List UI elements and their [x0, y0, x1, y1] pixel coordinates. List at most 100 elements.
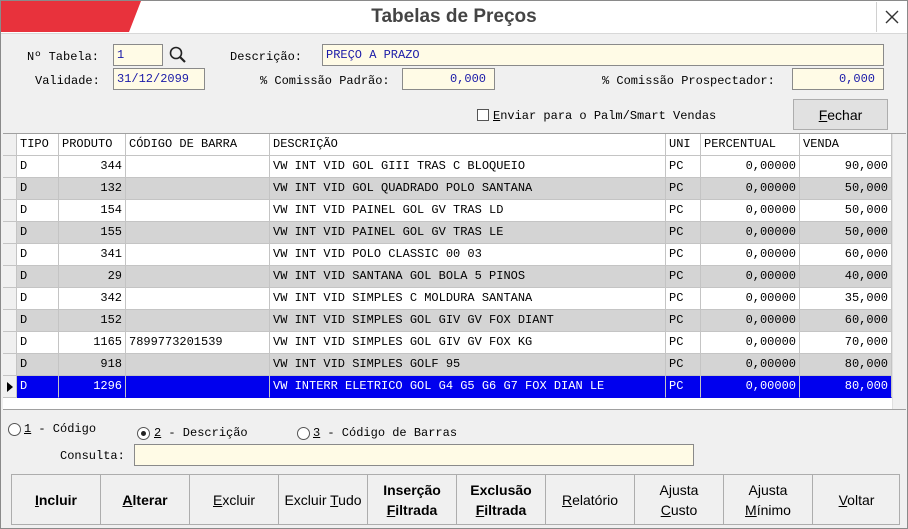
table-row[interactable]: D 29 VW INT VID SANTANA GOL BOLA 5 PINOS PC…	[3, 266, 892, 288]
cell-codigo-barra	[126, 288, 270, 310]
action-toolbar: Incluir Alterar Excluir Excluir Tudo Inserçã…	[11, 474, 900, 525]
cell-uni: PC	[666, 244, 701, 266]
cell-produto: 1296	[59, 376, 126, 398]
cell-tipo: D	[17, 332, 59, 354]
table-row[interactable]: D 152 VW INT VID SIMPLES GOL GIV GV FOX DI…	[3, 310, 892, 332]
excluir-tudo-button[interactable]: Excluir Tudo	[279, 475, 368, 524]
cell-tipo: D	[17, 244, 59, 266]
descricao-field[interactable]: PREÇO A PRAZO	[322, 44, 884, 66]
insercao-filtrada-button[interactable]: Inserção Filtrada	[368, 475, 457, 524]
table-row[interactable]: D 1296 VW INTERR ELETRICO GOL G4 G5 G6 G7 …	[3, 376, 892, 398]
exclusao-filtrada-button[interactable]: Exclusão Filtrada	[457, 475, 546, 524]
column-header-venda[interactable]: VENDA	[800, 134, 892, 156]
vertical-scrollbar[interactable]	[892, 134, 906, 409]
cell-tipo: D	[17, 288, 59, 310]
relatorio-button[interactable]: Relatório	[546, 475, 635, 524]
cell-produto: 344	[59, 156, 126, 178]
cell-codigo-barra	[126, 200, 270, 222]
column-header-uni[interactable]: UNI	[666, 134, 701, 156]
voltar-button[interactable]: Voltar	[813, 475, 900, 524]
column-header-descricao[interactable]: DESCRIÇÃO	[270, 134, 666, 156]
cell-tipo: D	[17, 222, 59, 244]
cell-descricao: VW INT VID PAINEL GOL GV TRAS LE	[270, 222, 666, 244]
table-row[interactable]: D 1165 7899773201539 VW INT VID SIMPLES GOL…	[3, 332, 892, 354]
comissao-padrao-field[interactable]: 0,000	[402, 68, 495, 90]
cell-tipo: D	[17, 376, 59, 398]
cell-codigo-barra: 7899773201539	[126, 332, 270, 354]
cell-venda: 50,000	[800, 200, 892, 222]
table-row[interactable]: D 344 VW INT VID GOL GIII TRAS C BLOQUEIO P…	[3, 156, 892, 178]
cell-tipo: D	[17, 310, 59, 332]
cell-produto: 29	[59, 266, 126, 288]
cell-percentual: 0,00000	[701, 288, 800, 310]
row-indicator	[3, 222, 17, 244]
cell-codigo-barra	[126, 222, 270, 244]
cell-venda: 50,000	[800, 222, 892, 244]
cell-percentual: 0,00000	[701, 332, 800, 354]
row-indicator	[3, 310, 17, 332]
cell-codigo-barra	[126, 354, 270, 376]
cell-uni: PC	[666, 354, 701, 376]
alterar-button[interactable]: Alterar	[101, 475, 190, 524]
table-row[interactable]: D 341 VW INT VID POLO CLASSIC 00 03 PC 0,000…	[3, 244, 892, 266]
cell-codigo-barra	[126, 266, 270, 288]
row-pointer-icon	[7, 382, 13, 392]
row-indicator	[3, 266, 17, 288]
search-icon[interactable]	[168, 45, 188, 65]
cell-tipo: D	[17, 156, 59, 178]
cell-produto: 152	[59, 310, 126, 332]
table-row[interactable]: D 132 VW INT VID GOL QUADRADO POLO SANTANA…	[3, 178, 892, 200]
excluir-button[interactable]: Excluir	[190, 475, 279, 524]
row-indicator	[3, 244, 17, 266]
row-indicator	[3, 156, 17, 178]
palm-checkbox[interactable]	[477, 109, 489, 121]
cell-percentual: 0,00000	[701, 354, 800, 376]
title-bar: Tabelas de Preços	[1, 1, 907, 34]
cell-percentual: 0,00000	[701, 200, 800, 222]
cell-uni: PC	[666, 222, 701, 244]
table-row[interactable]: D 154 VW INT VID PAINEL GOL GV TRAS LD PC 0,…	[3, 200, 892, 222]
column-header-produto[interactable]: PRODUTO	[59, 134, 126, 156]
row-indicator	[3, 134, 17, 156]
table-row[interactable]: D 918 VW INT VID SIMPLES GOLF 95 PC 0,00000 8…	[3, 354, 892, 376]
row-indicator	[3, 288, 17, 310]
row-indicator	[3, 332, 17, 354]
cell-uni: PC	[666, 156, 701, 178]
cell-percentual: 0,00000	[701, 376, 800, 398]
column-header-codigo-barra[interactable]: CÓDIGO DE BARRA	[126, 134, 270, 156]
cell-codigo-barra	[126, 156, 270, 178]
radio-codigo[interactable]	[8, 423, 21, 436]
cell-venda: 80,000	[800, 376, 892, 398]
grid-header-row: TIPO PRODUTO CÓDIGO DE BARRA DESCRIÇÃO UNI PE…	[3, 134, 892, 156]
fechar-button[interactable]: Fechar	[793, 99, 888, 130]
column-header-percentual[interactable]: PERCENTUAL	[701, 134, 800, 156]
table-row[interactable]: D 155 VW INT VID PAINEL GOL GV TRAS LE PC 0,…	[3, 222, 892, 244]
cell-produto: 155	[59, 222, 126, 244]
cell-percentual: 0,00000	[701, 178, 800, 200]
tabela-field[interactable]: 1	[113, 44, 163, 66]
radio-codigo-barras[interactable]	[297, 427, 310, 440]
close-button[interactable]	[876, 2, 906, 32]
incluir-button[interactable]: Incluir	[12, 475, 101, 524]
ajusta-minimo-button[interactable]: Ajusta Mínimo	[724, 475, 813, 524]
radio-descricao[interactable]	[137, 427, 150, 440]
cell-percentual: 0,00000	[701, 244, 800, 266]
table-row[interactable]: D 342 VW INT VID SIMPLES C MOLDURA SANTANA…	[3, 288, 892, 310]
ajusta-custo-button[interactable]: Ajusta Custo	[635, 475, 724, 524]
cell-venda: 60,000	[800, 244, 892, 266]
cell-descricao: VW INT VID SIMPLES GOL GIV GV FOX DIANT	[270, 310, 666, 332]
cell-descricao: VW INT VID SIMPLES GOL GIV GV FOX KG	[270, 332, 666, 354]
cell-descricao: VW INT VID GOL QUADRADO POLO SANTANA	[270, 178, 666, 200]
consulta-input[interactable]	[134, 444, 694, 466]
cell-uni: PC	[666, 288, 701, 310]
column-header-tipo[interactable]: TIPO	[17, 134, 59, 156]
validade-field[interactable]: 31/12/2099	[113, 68, 205, 90]
comissao-prospectador-label: % Comissão Prospectador:	[602, 74, 775, 88]
cell-uni: PC	[666, 266, 701, 288]
cell-codigo-barra	[126, 376, 270, 398]
cell-venda: 60,000	[800, 310, 892, 332]
palm-label: Enviar para o Palm/Smart Vendas	[493, 109, 717, 123]
comissao-prospectador-field[interactable]: 0,000	[792, 68, 884, 90]
cell-tipo: D	[17, 354, 59, 376]
products-grid[interactable]: TIPO PRODUTO CÓDIGO DE BARRA DESCRIÇÃO UNI PE…	[3, 133, 906, 410]
